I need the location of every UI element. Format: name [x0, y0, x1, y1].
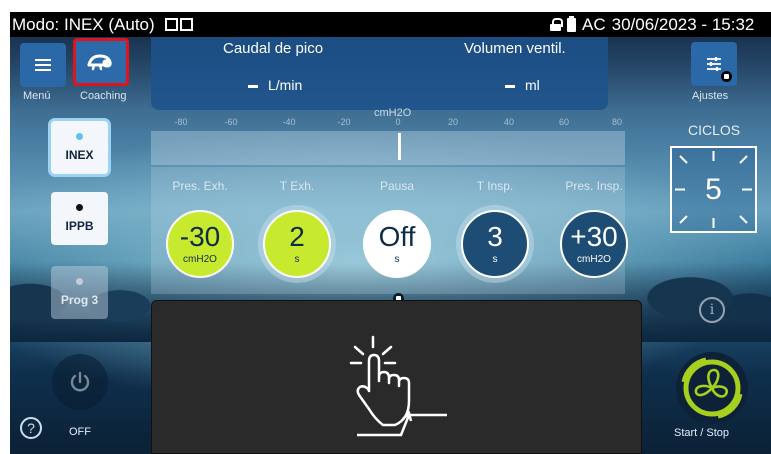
- cycles-counter[interactable]: 5: [670, 146, 757, 233]
- fan-icon: [681, 357, 743, 419]
- cycles-value: 5: [705, 172, 722, 206]
- mode-button-prog3[interactable]: Prog 3: [51, 266, 108, 319]
- status-bar: Modo: INEX (Auto) AC 30/06/2023 - 15:32: [10, 12, 771, 37]
- start-stop-label: Start / Stop: [674, 427, 730, 439]
- cycles-label: CICLOS: [688, 122, 741, 138]
- info-icon[interactable]: i: [699, 297, 725, 323]
- power-source: AC: [582, 14, 606, 34]
- inhale-time-knob[interactable]: 3 s: [461, 210, 529, 278]
- coaching-button[interactable]: [73, 38, 129, 86]
- pause-knob[interactable]: Off s: [363, 210, 431, 278]
- metrics-panel: Caudal de pico L/min Volumen ventil. ml: [151, 37, 608, 110]
- volume-unit: ml: [525, 77, 540, 93]
- hamburger-icon: [35, 56, 51, 74]
- knob-unit: cmH2O: [577, 254, 611, 265]
- power-button[interactable]: [52, 354, 108, 410]
- device-screen: Modo: INEX (Auto) AC 30/06/2023 - 15:32 …: [10, 12, 771, 454]
- scale-tick-label: -80: [174, 117, 188, 127]
- peak-flow-value-dash: [248, 84, 258, 88]
- inhale-pressure-knob[interactable]: +30 cmH2O: [560, 210, 628, 278]
- mode-indicator-dot: [76, 204, 83, 211]
- peak-flow-label: Caudal de pico: [223, 40, 324, 57]
- exhale-time-knob[interactable]: 2 s: [263, 210, 331, 278]
- scale-tick-label: 20: [447, 117, 459, 127]
- help-icon[interactable]: ?: [20, 417, 42, 439]
- volume-readout: ml: [505, 77, 540, 93]
- knob-value: 3: [487, 221, 503, 252]
- scale-tick-label: 40: [503, 117, 515, 127]
- mode-indicator-dot: [76, 133, 83, 140]
- peak-flow-readout: L/min: [248, 77, 302, 93]
- sliders-icon: [707, 57, 721, 71]
- battery-icon: [567, 15, 576, 32]
- param-label: Pres. Exh.: [172, 179, 228, 193]
- settings-label: Ajustes: [692, 90, 729, 102]
- param-label: T Exh.: [279, 179, 315, 193]
- knob-unit: s: [294, 254, 300, 265]
- knob-unit: s: [394, 254, 400, 265]
- datetime: 30/06/2023 - 15:32: [611, 14, 755, 34]
- mode-indicator: Modo: INEX (Auto): [12, 14, 155, 34]
- coaching-label: Coaching: [80, 90, 127, 102]
- settings-button[interactable]: [691, 42, 737, 86]
- tap-gesture-icon: [349, 335, 447, 437]
- volume-value-dash: [505, 84, 515, 88]
- knob-value: 2: [289, 221, 305, 252]
- mode-indicator-dot: [76, 278, 83, 285]
- mode-label: IPPB: [65, 219, 94, 233]
- mode-label: INEX: [65, 148, 94, 162]
- peak-flow-unit: L/min: [268, 77, 303, 93]
- menu-label: Menú: [23, 90, 51, 102]
- param-label: Pres. Insp.: [565, 179, 623, 193]
- chameleon-icon: [87, 54, 112, 71]
- power-state-label: OFF: [69, 426, 91, 438]
- param-label: Pausa: [379, 179, 415, 193]
- mode-button-ippb[interactable]: IPPB: [51, 192, 108, 245]
- mode-label: Prog 3: [60, 293, 99, 307]
- scale-tick-label: -20: [337, 117, 351, 127]
- pressure-bar: [151, 131, 625, 165]
- mode-button-inex[interactable]: INEX: [51, 121, 108, 174]
- scale-tick-label: 0: [395, 117, 401, 127]
- settings-lock-icon: [721, 71, 732, 82]
- exhale-pressure-knob[interactable]: -30 cmH2O: [166, 210, 234, 278]
- knob-unit: cmH2O: [183, 254, 217, 265]
- knob-value: -30: [179, 221, 221, 252]
- lock-icon: [550, 18, 563, 31]
- pressure-indicator: [397, 133, 401, 160]
- scale-tick-label: 60: [558, 117, 570, 127]
- connection-icon: [164, 18, 193, 31]
- coaching-overlay[interactable]: [151, 300, 642, 454]
- volume-label: Volumen ventil.: [464, 40, 566, 57]
- scale-tick-label: -40: [282, 117, 296, 127]
- menu-button[interactable]: [20, 43, 66, 87]
- scale-tick-label: -60: [224, 117, 238, 127]
- scale-unit: cmH2O: [374, 107, 412, 119]
- knob-value: Off: [378, 221, 416, 252]
- param-label: T Insp.: [476, 179, 514, 193]
- start-stop-button[interactable]: [676, 352, 748, 424]
- knob-value: +30: [570, 221, 618, 252]
- parameter-panel: Pres. Exh. T Exh. Pausa T Insp. Pres. In…: [151, 167, 628, 304]
- pressure-scale: cmH2O -80 -60 -40 -20 0 20 40 60 80: [151, 107, 625, 169]
- power-icon: [70, 371, 90, 392]
- scale-tick-label: 80: [611, 117, 623, 127]
- knob-unit: s: [492, 254, 498, 265]
